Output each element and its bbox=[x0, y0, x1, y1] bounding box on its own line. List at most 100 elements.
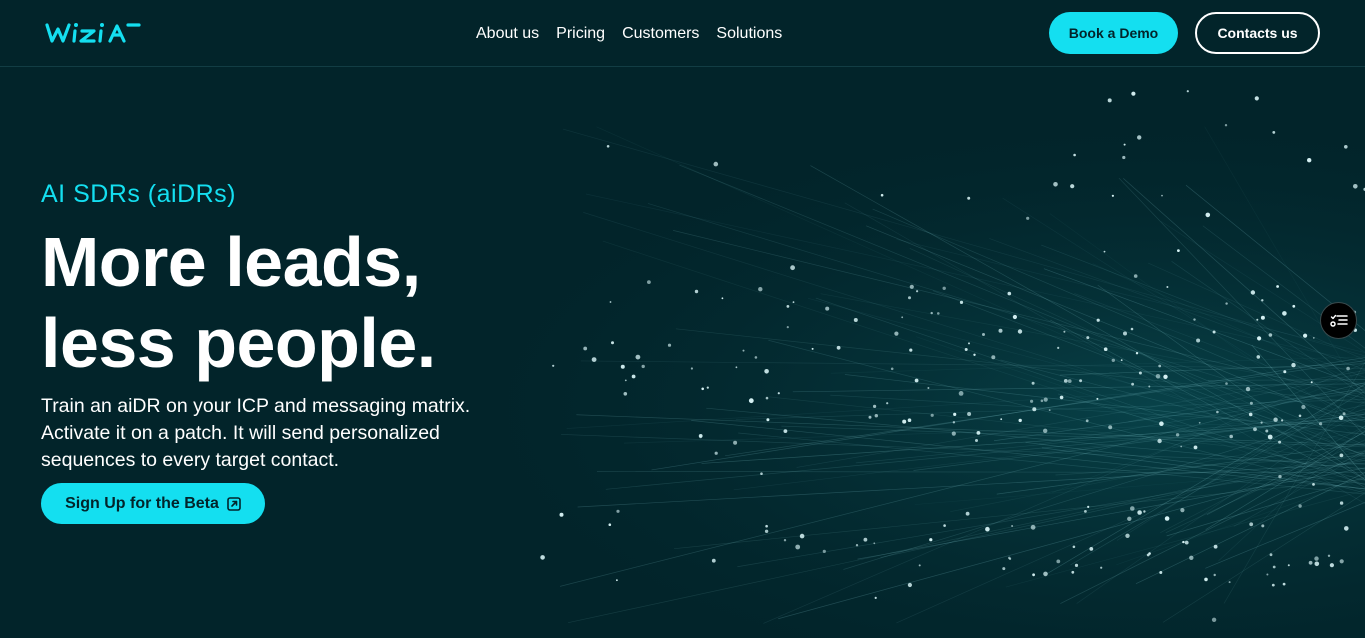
nav-item-about-us[interactable]: About us bbox=[476, 25, 539, 43]
network-dot bbox=[1298, 504, 1302, 508]
network-dot bbox=[1026, 216, 1030, 220]
network-dot bbox=[1032, 573, 1035, 577]
network-dot bbox=[1256, 318, 1259, 321]
network-dot bbox=[790, 265, 795, 271]
network-dot bbox=[1084, 510, 1087, 513]
network-dot bbox=[914, 378, 919, 383]
network-dot bbox=[873, 542, 876, 545]
network-dot bbox=[836, 345, 841, 350]
network-dot bbox=[973, 353, 976, 356]
network-dot bbox=[1211, 617, 1217, 622]
network-dot bbox=[641, 364, 645, 369]
network-dot bbox=[1072, 545, 1076, 549]
network-dot bbox=[1257, 336, 1262, 341]
hero-subtext-line-2: Activate it on a patch. It will send per… bbox=[41, 422, 440, 444]
network-dot bbox=[1225, 382, 1228, 385]
network-dot bbox=[624, 379, 627, 382]
network-dot bbox=[1265, 429, 1269, 433]
network-dot bbox=[890, 367, 894, 371]
network-dot bbox=[1184, 540, 1189, 545]
network-dot bbox=[901, 316, 904, 319]
network-dot bbox=[908, 296, 911, 300]
network-dot bbox=[959, 300, 964, 304]
network-dot bbox=[1291, 362, 1296, 368]
network-dot bbox=[1040, 399, 1044, 403]
network-dot bbox=[825, 306, 830, 311]
contacts-button[interactable]: Contacts us bbox=[1195, 12, 1320, 54]
network-dot bbox=[1107, 98, 1112, 103]
network-dot bbox=[1122, 155, 1126, 160]
network-dot bbox=[1249, 522, 1254, 527]
sign-up-beta-button[interactable]: Sign Up for the Beta bbox=[41, 483, 265, 524]
network-dot bbox=[701, 387, 704, 391]
network-dot bbox=[1271, 583, 1275, 587]
network-dot bbox=[1254, 96, 1259, 101]
network-dot bbox=[1250, 290, 1256, 295]
network-dot bbox=[1261, 299, 1264, 302]
nav-item-customers[interactable]: Customers bbox=[622, 25, 699, 43]
network-dot bbox=[1301, 404, 1306, 410]
network-dot bbox=[559, 512, 564, 517]
network-dot bbox=[874, 414, 878, 418]
network-dot bbox=[1164, 516, 1170, 521]
network-dot bbox=[616, 509, 620, 513]
hero-eyebrow: AI SDRs (aiDRs) bbox=[41, 180, 237, 208]
network-dot bbox=[777, 392, 780, 395]
floating-widget-button[interactable] bbox=[1320, 302, 1357, 339]
network-dot bbox=[1063, 379, 1068, 383]
network-dot bbox=[1018, 418, 1022, 423]
network-dot bbox=[1127, 516, 1132, 521]
nav-item-pricing[interactable]: Pricing bbox=[556, 25, 605, 43]
network-dot bbox=[748, 398, 754, 404]
network-dot bbox=[953, 412, 957, 416]
network-dot bbox=[1155, 374, 1161, 379]
network-dot bbox=[902, 419, 907, 424]
network-dot bbox=[1059, 395, 1064, 400]
network-dot bbox=[1193, 318, 1196, 321]
network-dot bbox=[1339, 453, 1344, 458]
network-dot bbox=[937, 312, 940, 315]
network-dot bbox=[1048, 409, 1051, 411]
network-dot bbox=[623, 392, 628, 396]
network-dot bbox=[1108, 425, 1113, 430]
network-dot bbox=[616, 579, 618, 582]
sign-up-beta-label: Sign Up for the Beta bbox=[65, 494, 219, 512]
network-dot bbox=[1338, 415, 1344, 421]
network-dot bbox=[985, 526, 990, 532]
network-dot bbox=[1216, 410, 1219, 414]
network-dot bbox=[1346, 366, 1350, 371]
network-dot bbox=[635, 354, 641, 360]
network-dot bbox=[1158, 364, 1162, 368]
book-demo-button[interactable]: Book a Demo bbox=[1049, 12, 1178, 54]
network-dot bbox=[1282, 311, 1287, 316]
network-dot bbox=[1148, 385, 1151, 388]
hero-subtext: Train an aiDR on your ICP and messaging … bbox=[41, 393, 521, 474]
network-dot bbox=[1159, 421, 1164, 427]
network-dot bbox=[1137, 510, 1142, 515]
network-dot bbox=[1103, 347, 1108, 352]
network-dot bbox=[1030, 524, 1036, 530]
network-dot bbox=[1096, 318, 1100, 322]
network-dot bbox=[1166, 286, 1169, 288]
network-dot bbox=[690, 367, 694, 370]
network-dot bbox=[1229, 434, 1233, 439]
nav-item-solutions[interactable]: Solutions bbox=[716, 25, 782, 43]
wizia-logo[interactable] bbox=[44, 19, 142, 47]
network-dot bbox=[1339, 501, 1344, 505]
network-dot bbox=[699, 435, 702, 439]
network-dot bbox=[874, 596, 877, 600]
network-dot bbox=[1196, 338, 1201, 343]
network-dot bbox=[760, 472, 763, 476]
network-dot bbox=[1180, 445, 1183, 448]
network-dot bbox=[1344, 526, 1349, 531]
network-dot bbox=[958, 391, 964, 396]
network-dot bbox=[1087, 505, 1090, 508]
network-dot bbox=[1282, 582, 1286, 586]
network-dot bbox=[822, 549, 826, 553]
network-dot bbox=[1245, 386, 1251, 392]
network-dot bbox=[1007, 291, 1012, 296]
network-dot bbox=[1224, 124, 1228, 127]
network-dot bbox=[1161, 194, 1163, 197]
network-dot bbox=[1204, 577, 1208, 582]
network-dot bbox=[982, 333, 985, 336]
